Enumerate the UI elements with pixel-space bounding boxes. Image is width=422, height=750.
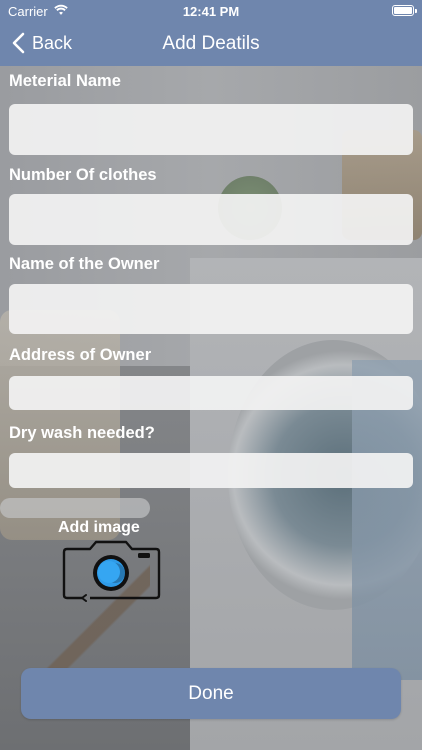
camera-icon[interactable] <box>60 540 162 602</box>
owner-name-field[interactable] <box>9 284 413 334</box>
navigation-bar: Back Add Deatils <box>0 22 422 66</box>
battery-icon <box>392 5 417 16</box>
dry-wash-field[interactable] <box>9 453 413 488</box>
number-of-clothes-label: Number Of clothes <box>9 166 157 184</box>
number-of-clothes-field[interactable] <box>9 194 413 245</box>
owner-address-field[interactable] <box>9 376 413 410</box>
material-name-label: Meterial Name <box>9 72 121 90</box>
add-image-label: Add image <box>58 519 140 536</box>
owner-name-label: Name of the Owner <box>9 255 160 273</box>
status-bar: Carrier 12:41 PM <box>0 0 422 22</box>
owner-address-label: Address of Owner <box>9 346 152 364</box>
done-button[interactable]: Done <box>21 668 401 719</box>
material-name-field[interactable] <box>9 104 413 155</box>
page-title: Add Deatils <box>162 33 260 54</box>
dry-wash-label: Dry wash needed? <box>9 424 155 442</box>
clock: 12:41 PM <box>182 4 240 19</box>
